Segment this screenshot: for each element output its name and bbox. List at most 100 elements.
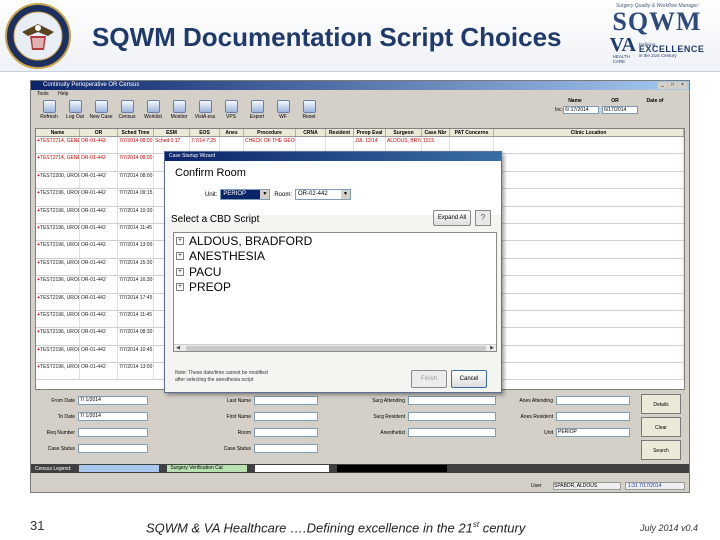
close-button[interactable]: × xyxy=(678,82,687,89)
wf-button[interactable]: WF xyxy=(271,98,295,120)
room-field[interactable] xyxy=(254,428,318,437)
expand-icon[interactable]: + xyxy=(176,236,184,245)
room-select[interactable]: OR-02-442 ▼ xyxy=(295,189,352,200)
table-cell-empty xyxy=(494,258,684,276)
vistaess-icon xyxy=(198,100,212,113)
page-number: 31 xyxy=(30,518,45,533)
unit-label: Unit xyxy=(544,429,553,436)
refresh-button[interactable]: Refresh xyxy=(37,98,61,120)
case-startup-wizard-dialog: Case Startup Wizard Confirm Room Unit: P… xyxy=(164,151,502,393)
tree-item-preop[interactable]: + PREOP xyxy=(174,280,496,296)
table-cell-name: +TEST2196, UROLOGY xyxy=(36,276,80,293)
filter-from-date[interactable]: 6/ 17/2014 xyxy=(563,106,600,114)
census-button[interactable]: Census xyxy=(115,98,139,120)
scroll-left-icon[interactable]: ◀ xyxy=(174,345,182,351)
expand-all-button[interactable]: Expand All xyxy=(433,210,471,226)
col-eos[interactable]: EOS xyxy=(190,129,220,136)
monitor-button[interactable]: Monitor xyxy=(167,98,191,120)
table-cell-or: OR-01-442 xyxy=(80,137,118,154)
log-out-button[interactable]: Log Out xyxy=(63,98,87,120)
col-pat-concerns[interactable]: PAT Concerns xyxy=(450,129,494,136)
table-cell-or: OR-01-442 xyxy=(80,154,118,171)
unit-room-row: Unit: PERIOP ▼ Room: OR-02-442 ▼ xyxy=(205,189,355,200)
first-name-field[interactable] xyxy=(254,412,318,421)
maximize-button[interactable]: □ xyxy=(668,82,677,89)
search-form: From Date 7/ 1/2014 To Date 7/ 1/2014 Req … xyxy=(35,392,685,462)
minimize-button[interactable]: _ xyxy=(658,82,667,89)
col-surgeon[interactable]: Surgeon xyxy=(386,129,422,136)
tree-item-aldous[interactable]: + ALDOUS, BRADFORD xyxy=(174,233,496,249)
window-titlebar: Continuity Perioperative OR Census _ □ × xyxy=(31,81,689,90)
from-date-label: From Date xyxy=(51,397,75,404)
col-name[interactable]: Name xyxy=(36,129,80,136)
vps-button[interactable]: VPS xyxy=(219,98,243,120)
new-case-button[interactable]: New Case xyxy=(89,98,113,120)
table-cell-empty xyxy=(494,363,684,380)
census-icon xyxy=(120,100,134,113)
room-label: Room xyxy=(237,429,251,436)
table-cell-or: OR-01-442 xyxy=(80,189,118,206)
table-cell-empty xyxy=(494,154,684,171)
worklist-button[interactable]: Worklist xyxy=(141,98,165,120)
finish-button[interactable]: Finish xyxy=(411,370,447,388)
col-anes[interactable]: Anes xyxy=(220,129,244,136)
horizontal-scrollbar[interactable]: ◀ ▶ xyxy=(174,344,496,351)
col-or[interactable]: OR xyxy=(80,129,118,136)
expand-icon[interactable]: + xyxy=(176,283,184,292)
scroll-thumb[interactable] xyxy=(186,346,486,351)
table-cell-time: 7/7/2014 10:30 [1... xyxy=(118,206,154,223)
tree-item-anesthesia[interactable]: + ANESTHESIA xyxy=(174,249,496,265)
col-preop-eval[interactable]: Preop Eval xyxy=(354,129,386,136)
filter-to-date[interactable]: 6/17/2014 xyxy=(602,106,639,114)
col-resident[interactable]: Resident xyxy=(326,129,354,136)
col-clinic-location[interactable]: Clinic Location xyxy=(494,129,684,136)
anes-resident-field[interactable] xyxy=(556,412,630,421)
table-cell-or: OR-01-442 xyxy=(80,293,118,310)
to-date-field[interactable]: 7/ 1/2014 xyxy=(78,412,148,421)
table-cell-or: OR-01-442 xyxy=(80,363,118,380)
cancel-button[interactable]: Cancel xyxy=(451,370,487,388)
reset-button[interactable]: Reset xyxy=(297,98,321,120)
chevron-down-icon: ▼ xyxy=(341,190,351,199)
table-cell-name: +TEST2714, GENERAL,SURG.. xyxy=(36,137,80,154)
scroll-right-icon[interactable]: ▶ xyxy=(488,345,496,351)
vistaess-button[interactable]: VistA ess xyxy=(193,98,217,120)
tree-item-pacu[interactable]: + PACU xyxy=(174,264,496,280)
script-tree: + ALDOUS, BRADFORD + ANESTHESIA + PACU + PRE… xyxy=(173,232,497,352)
legend-swatch-black xyxy=(337,465,448,472)
search-button[interactable]: Search xyxy=(641,440,681,460)
last-name-field[interactable] xyxy=(254,396,318,405)
table-cell-empty xyxy=(494,345,684,363)
table-cell-time: 7/7/2014 17:45 [1... xyxy=(118,293,154,310)
col-sched-time[interactable]: Sched Time xyxy=(118,129,154,136)
case-status2-field[interactable] xyxy=(254,444,318,453)
menu-tools[interactable]: Tools xyxy=(37,91,49,97)
expand-icon[interactable]: + xyxy=(176,252,184,261)
col-esm[interactable]: ESM xyxy=(154,129,190,136)
from-date-field[interactable]: 7/ 1/2014 xyxy=(78,396,148,405)
unit-select[interactable]: PERIOP ▼ xyxy=(220,189,271,200)
col-crna[interactable]: CRNA xyxy=(296,129,326,136)
col-procedure[interactable]: Procedure xyxy=(244,129,296,136)
help-icon[interactable]: ? xyxy=(475,210,491,226)
export-icon xyxy=(250,100,264,113)
select-script-label: Select a CBD Script xyxy=(171,214,260,225)
last-name-label: Last Name xyxy=(226,397,251,404)
req-number-field[interactable] xyxy=(78,428,148,437)
table-cell-empty xyxy=(494,241,684,258)
anes-attending-field[interactable] xyxy=(556,396,630,405)
unit-field[interactable]: PERIOP xyxy=(556,428,630,437)
case-status-field[interactable] xyxy=(78,444,148,453)
surg-attending-field[interactable] xyxy=(408,396,496,405)
table-cell-empty xyxy=(494,189,684,206)
expand-icon[interactable]: + xyxy=(176,267,184,276)
details-button[interactable]: Details xyxy=(641,394,681,414)
surg-resident-field[interactable] xyxy=(408,412,496,421)
anesthetist-field[interactable] xyxy=(408,428,496,437)
va-logo-text: VA xyxy=(609,34,636,56)
filter-inc-label: Inc: xyxy=(555,107,564,113)
export-button[interactable]: Export xyxy=(245,98,269,120)
menu-help[interactable]: Help xyxy=(58,91,68,97)
clear-button[interactable]: Clear xyxy=(641,417,681,437)
col-case-nbr[interactable]: Case Nbr xyxy=(422,129,450,136)
